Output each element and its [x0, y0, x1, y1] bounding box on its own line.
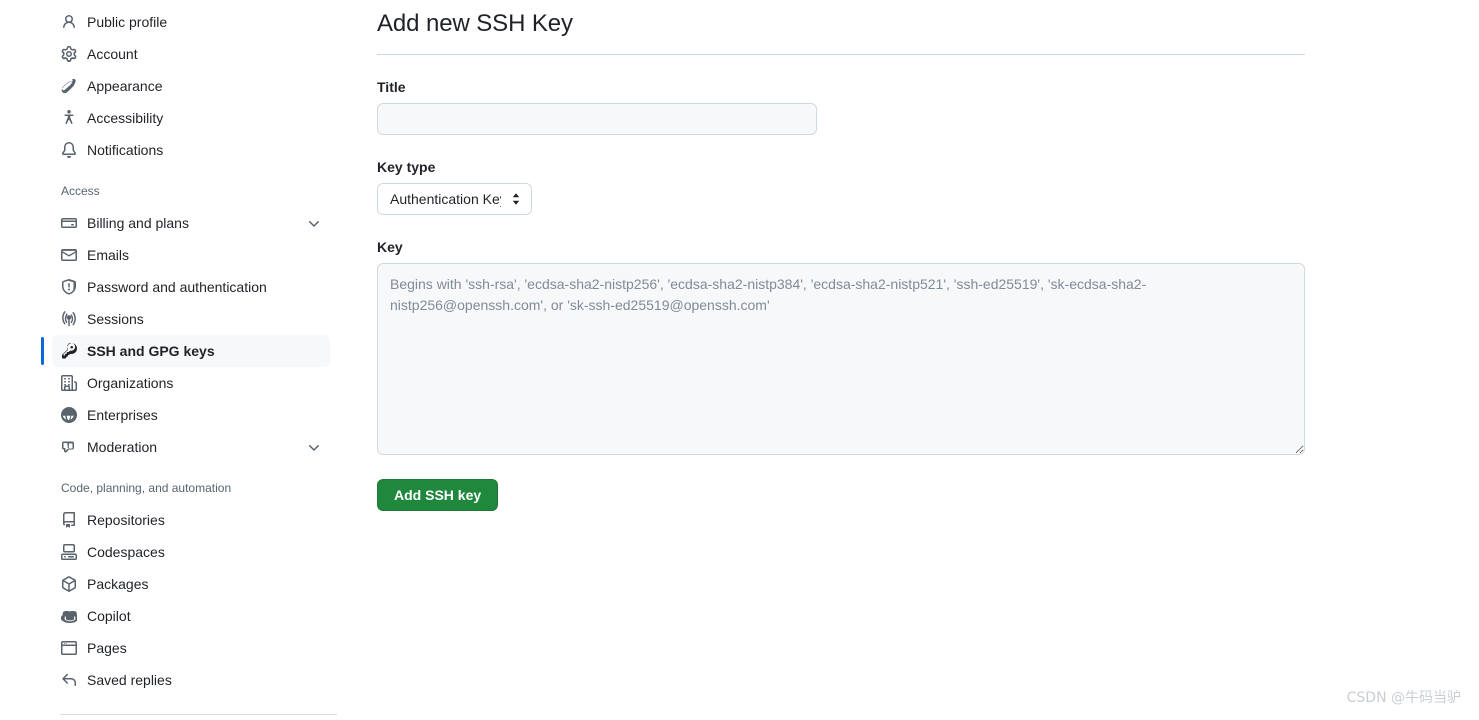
copilot-icon: [61, 608, 77, 624]
globe-icon: [61, 407, 77, 423]
watermark: CSDN @牛码当驴: [1347, 688, 1461, 708]
key-type-field-label: Key type: [377, 157, 1479, 177]
shield-icon: [61, 279, 77, 295]
title-input[interactable]: [377, 103, 817, 135]
sidebar-item-label: Emails: [87, 245, 322, 265]
repo-icon: [61, 512, 77, 528]
sidebar-item-appearance[interactable]: Appearance: [52, 70, 330, 102]
title-divider: [377, 54, 1305, 55]
sidebar-item-codespaces[interactable]: Codespaces: [52, 536, 330, 568]
sidebar-item-packages[interactable]: Packages: [52, 568, 330, 600]
sidebar-item-label: Accessibility: [87, 108, 322, 128]
sidebar-section: Access Billing and plans Emails Password an…: [0, 182, 338, 463]
sidebar-item-saved-replies[interactable]: Saved replies: [52, 664, 330, 696]
gear-icon: [61, 46, 77, 62]
chevron-down-icon[interactable]: [306, 215, 322, 231]
mail-icon: [61, 247, 77, 263]
paintbrush-icon: [61, 78, 77, 94]
sidebar-item-copilot[interactable]: Copilot: [52, 600, 330, 632]
title-field-label: Title: [377, 77, 1479, 97]
key-type-select[interactable]: Authentication KeySigning Key: [377, 183, 532, 215]
accessibility-icon: [61, 110, 77, 126]
sidebar-item-label: Copilot: [87, 606, 322, 626]
sidebar-item-label: Notifications: [87, 140, 322, 160]
section-spacer: [0, 166, 338, 182]
credit-card-icon: [61, 215, 77, 231]
sidebar-sections: Access Billing and plans Emails Password an…: [0, 166, 338, 696]
comment-alert-icon: [61, 439, 77, 455]
sidebar-item-repositories[interactable]: Repositories: [52, 504, 330, 536]
section-title-spacer: [52, 497, 330, 504]
section-title-spacer: [52, 200, 330, 207]
organization-icon: [61, 375, 77, 391]
key-icon: [61, 343, 77, 359]
sidebar-item-public-profile[interactable]: Public profile: [52, 6, 330, 38]
section-spacer: [0, 463, 338, 479]
reply-icon: [61, 672, 77, 688]
sidebar-item-emails[interactable]: Emails: [52, 239, 330, 271]
add-ssh-key-form: Title Key type Authentication KeySigning…: [377, 77, 1479, 511]
sidebar-item-label: Organizations: [87, 373, 322, 393]
sidebar-divider: [60, 714, 337, 715]
sidebar-item-label: Enterprises: [87, 405, 322, 425]
sidebar-item-notifications[interactable]: Notifications: [52, 134, 330, 166]
sidebar-item-sessions[interactable]: Sessions: [52, 303, 330, 335]
sidebar-item-label: Account: [87, 44, 322, 64]
sidebar-item-organizations[interactable]: Organizations: [52, 367, 330, 399]
sidebar-section-title: Access: [52, 182, 330, 200]
add-ssh-key-button[interactable]: Add SSH key: [377, 479, 498, 511]
sidebar-section-title: Code, planning, and automation: [52, 479, 330, 497]
key-type-select-wrapper: Authentication KeySigning Key: [377, 183, 532, 215]
sidebar-item-pages[interactable]: Pages: [52, 632, 330, 664]
sidebar-item-label: Sessions: [87, 309, 322, 329]
package-icon: [61, 576, 77, 592]
sidebar-item-label: Password and authentication: [87, 277, 322, 297]
sidebar-section: Code, planning, and automation Repositori…: [0, 479, 338, 696]
chevron-down-icon[interactable]: [306, 439, 322, 455]
settings-sidebar: Public profile Account Appearance Accessibi…: [0, 0, 338, 720]
broadcast-icon: [61, 311, 77, 327]
form-actions: Add SSH key: [377, 455, 1479, 511]
sidebar-item-accessibility[interactable]: Accessibility: [52, 102, 330, 134]
sidebar-item-password-and-authentication[interactable]: Password and authentication: [52, 271, 330, 303]
sidebar-item-label: Appearance: [87, 76, 322, 96]
bell-icon: [61, 142, 77, 158]
sidebar-item-moderation[interactable]: Moderation: [52, 431, 330, 463]
sidebar-item-enterprises[interactable]: Enterprises: [52, 399, 330, 431]
sidebar-item-label: SSH and GPG keys: [87, 341, 322, 361]
sidebar-item-account[interactable]: Account: [52, 38, 330, 70]
sidebar-item-label: Packages: [87, 574, 322, 594]
sidebar-item-label: Saved replies: [87, 670, 322, 690]
main-content: Add new SSH Key Title Key type Authentic…: [377, 0, 1479, 720]
sidebar-item-ssh-and-gpg-keys[interactable]: SSH and GPG keys: [52, 335, 330, 367]
key-textarea[interactable]: [377, 263, 1305, 455]
sidebar-item-label: Moderation: [87, 437, 298, 457]
sidebar-item-billing-and-plans[interactable]: Billing and plans: [52, 207, 330, 239]
sidebar-item-label: Billing and plans: [87, 213, 298, 233]
person-icon: [61, 14, 77, 30]
sidebar-item-label: Repositories: [87, 510, 322, 530]
sidebar-item-label: Pages: [87, 638, 322, 658]
page-title: Add new SSH Key: [377, 0, 1479, 40]
sidebar-item-label: Public profile: [87, 12, 322, 32]
sidebar-top-nav: Public profile Account Appearance Accessibi…: [0, 6, 338, 166]
sidebar-item-label: Codespaces: [87, 542, 322, 562]
key-field-label: Key: [377, 237, 1479, 257]
settings-page: Public profile Account Appearance Accessibi…: [0, 0, 1479, 720]
browser-icon: [61, 640, 77, 656]
codespaces-icon: [61, 544, 77, 560]
